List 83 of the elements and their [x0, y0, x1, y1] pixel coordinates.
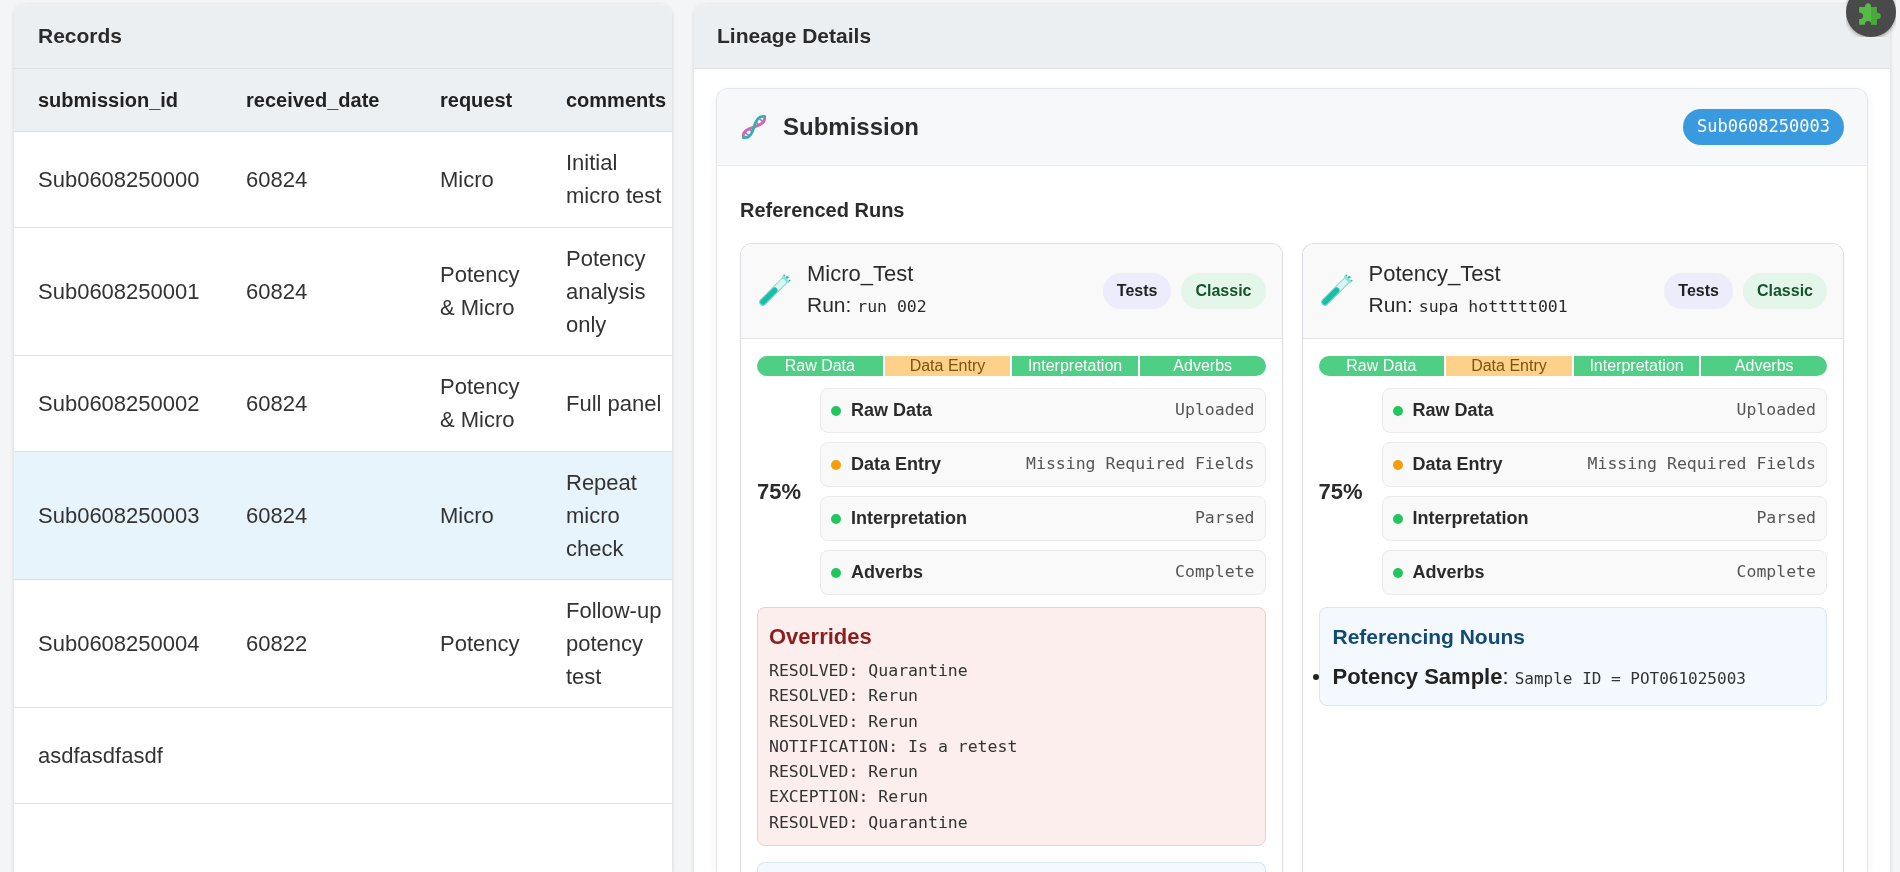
run-label: Run: supa hottttt001 — [1368, 292, 1568, 318]
column-header: submission_id — [14, 69, 222, 131]
override-line: RESOLVED: Rerun — [769, 710, 919, 733]
table-row[interactable]: Sub0608250004 60822 Potency Follow-up potency test — [14, 579, 672, 707]
override-line: RESOLVED: Rerun — [769, 685, 919, 708]
extension-button[interactable] — [1846, 0, 1896, 37]
table-cell: Potency & Micro — [416, 227, 542, 355]
stage-segment: Interpretation — [1573, 356, 1700, 376]
table-row[interactable]: Sub0608250002 60824 Potency & Micro Full panel — [14, 355, 672, 451]
override-line: NOTIFICATION: Is a retest — [769, 735, 1019, 758]
table-cell: Sub0608250003 — [14, 451, 222, 579]
column-header: request — [416, 69, 542, 131]
override-line: EXCEPTION: Rerun — [769, 786, 929, 809]
tag-badge: Tests — [1102, 273, 1172, 309]
table-cell: 60824 — [222, 227, 416, 355]
table-row[interactable]: Sub0608250000 60824 Micro Initial micro test — [14, 131, 672, 227]
stage-label: Adverbs — [851, 561, 924, 584]
tag-badge: Classic — [1181, 273, 1266, 309]
stage-status: Uploaded — [1736, 399, 1816, 422]
stage-status: Complete — [1736, 561, 1816, 584]
table-cell: Full panel — [542, 355, 672, 451]
stage-label: Interpretation — [1412, 507, 1529, 530]
stage-status: Missing Required Fields — [1026, 453, 1255, 476]
table-cell: Sub0608250000 — [14, 131, 222, 227]
table-cell: 60824 — [222, 451, 416, 579]
table-cell: Repeat micro check — [542, 451, 672, 579]
stage-label: Data Entry — [1412, 453, 1503, 476]
table-cell: 60824 — [222, 131, 416, 227]
stage-status: Parsed — [1194, 507, 1255, 530]
stage-status: Parsed — [1756, 507, 1816, 530]
card-title: Submission — [783, 112, 920, 142]
bullet-icon — [1312, 674, 1319, 680]
stage-segment: Data Entry — [1446, 356, 1572, 376]
overrides-title: Overrides — [769, 623, 873, 651]
stage-segment: Raw Data — [1318, 356, 1445, 376]
id-badge: Sub0608250003 — [1682, 109, 1844, 145]
stage-segment: Interpretation — [1012, 356, 1138, 376]
noun-item: Potency Sample: Sample ID = POT061025003 — [1332, 663, 1747, 691]
dna-icon — [740, 113, 768, 141]
table-cell: 60822 — [222, 579, 416, 707]
nouns-title: Referencing Nouns — [1332, 624, 1527, 650]
stage-status: Complete — [1175, 561, 1255, 584]
section-heading: Referenced Runs — [740, 198, 906, 222]
stage-status: Missing Required Fields — [1587, 453, 1816, 476]
stage-segment: Adverbs — [1701, 356, 1827, 376]
table-cell: asdfasdfasdf — [14, 707, 222, 803]
stage-label: Raw Data — [1412, 399, 1494, 422]
run-name: Micro_Test — [807, 260, 915, 288]
run-name: Potency_Test — [1368, 260, 1502, 288]
puzzle-icon — [1858, 0, 1884, 26]
table-cell: Micro — [416, 451, 542, 579]
stage-label: Raw Data — [851, 399, 933, 422]
table-row[interactable]: Sub0608250001 60824 Potency & Micro Potency analysis only — [14, 227, 672, 355]
panel-title: Records — [38, 23, 123, 50]
table-cell: Follow-up potency test — [542, 579, 672, 707]
table-cell: Initial micro test — [542, 131, 672, 227]
tag-badge: Classic — [1742, 273, 1827, 309]
table-cell: Potency analysis only — [542, 227, 672, 355]
override-line: RESOLVED: Quarantine — [769, 811, 969, 834]
table-cell: 60824 — [222, 355, 416, 451]
stage-label: Adverbs — [1412, 561, 1485, 584]
table-cell: Sub0608250004 — [14, 579, 222, 707]
stage-segment: Data Entry — [884, 356, 1011, 376]
table-row[interactable]: asdfasdfasdf — [14, 707, 672, 803]
stage-segment: Raw Data — [757, 356, 883, 376]
progress-percent: 75% — [1318, 478, 1364, 506]
stage-status: Uploaded — [1175, 399, 1255, 422]
table-cell: Micro — [416, 131, 542, 227]
override-line: RESOLVED: Quarantine — [769, 660, 969, 682]
stage-label: Data Entry — [851, 453, 942, 476]
stage-label: Interpretation — [851, 507, 967, 530]
tag-badge: Tests — [1664, 273, 1733, 309]
progress-percent: 75% — [757, 478, 803, 506]
override-line: RESOLVED: Rerun — [769, 761, 919, 784]
table-cell: Potency — [416, 579, 542, 707]
stage-segment: Adverbs — [1139, 356, 1266, 376]
run-label: Run: run 002 — [807, 292, 927, 318]
table-cell: Sub0608250002 — [14, 355, 222, 451]
table-cell: Sub0608250001 — [14, 227, 222, 355]
column-header: received_date — [222, 69, 416, 131]
table-cell: Potency & Micro — [416, 355, 542, 451]
panel-title: Lineage Details — [717, 23, 872, 50]
column-header: comments — [542, 69, 672, 131]
